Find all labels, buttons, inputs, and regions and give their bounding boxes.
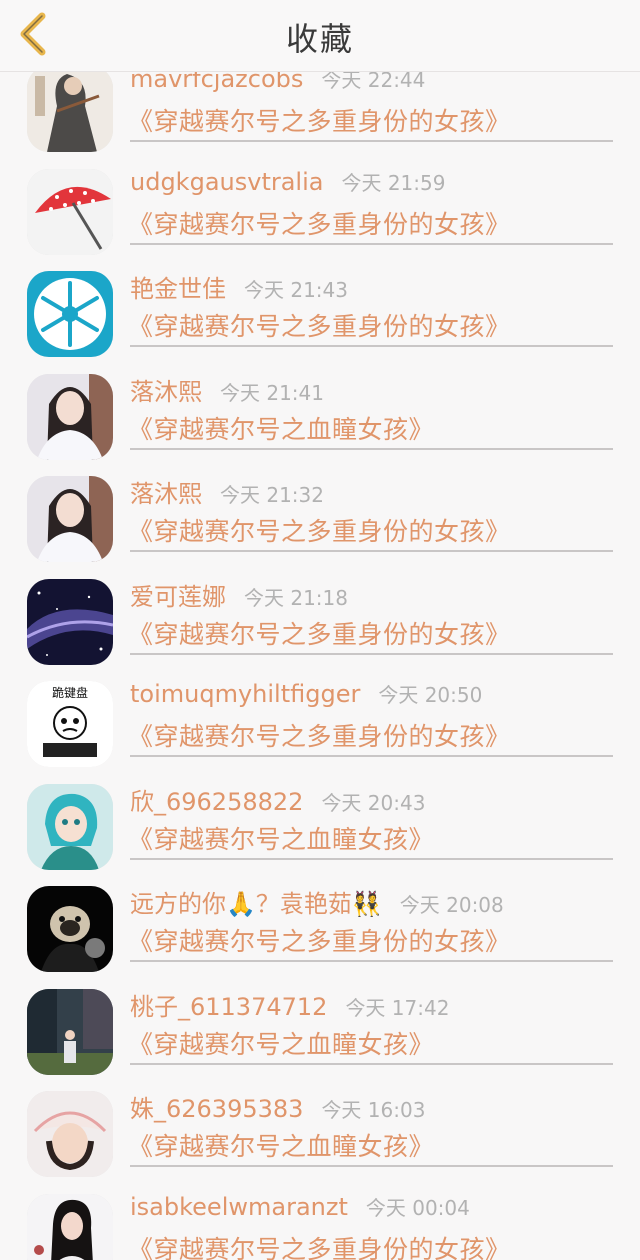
item-meta: toimuqmyhiltfigger 今天 20:50 xyxy=(130,679,482,708)
user-name[interactable]: isabkeelwmaranzt xyxy=(130,1193,348,1221)
avatar[interactable] xyxy=(27,476,113,562)
avatar[interactable] xyxy=(27,578,113,665)
item-meta: 落沐熙 今天 21:41 xyxy=(130,372,324,407)
book-title-link[interactable]: 《穿越赛尔号之多重身份的女孩》 xyxy=(128,922,511,958)
item-meta: 爱可莲娜 今天 21:18 xyxy=(130,577,348,612)
avatar-snowflake xyxy=(27,271,113,357)
user-name[interactable]: 艳金世佳 xyxy=(130,275,226,303)
book-title-link[interactable]: 《穿越赛尔号之多重身份的女孩》 xyxy=(128,102,511,138)
list-item[interactable]: 艳金世佳 今天 21:43 《穿越赛尔号之多重身份的女孩》 xyxy=(0,257,640,360)
divider xyxy=(130,345,613,347)
book-title-link[interactable]: 《穿越赛尔号之多重身份的女孩》 xyxy=(128,615,511,651)
list-item[interactable]: 欣_696258822 今天 20:43 《穿越赛尔号之血瞳女孩》 xyxy=(0,770,640,873)
user-name[interactable]: 落沐熙 xyxy=(130,378,202,406)
list-item[interactable]: isabkeelwmaranzt 今天 00:04 《穿越赛尔号之多重身份的女孩》 xyxy=(0,1180,640,1260)
list-item[interactable]: udgkgausvtralia 今天 21:59 《穿越赛尔号之多重身份的女孩》 xyxy=(0,155,640,258)
list-item[interactable]: 落沐熙 今天 21:32 《穿越赛尔号之多重身份的女孩》 xyxy=(0,462,640,565)
user-name[interactable]: 落沐熙 xyxy=(130,480,202,508)
navigation-bar: 收藏 xyxy=(0,0,640,72)
avatar-hat xyxy=(27,1091,113,1177)
list-item[interactable]: 姝_626395383 今天 16:03 《穿越赛尔号之血瞳女孩》 xyxy=(0,1077,640,1180)
avatar-galaxy xyxy=(27,578,113,665)
timestamp: 今天 00:04 xyxy=(365,1195,470,1220)
book-title-link[interactable]: 《穿越赛尔号之血瞳女孩》 xyxy=(128,820,434,856)
timestamp: 今天 20:50 xyxy=(378,683,483,707)
timestamp: 今天 21:18 xyxy=(244,585,348,610)
avatar[interactable] xyxy=(27,1091,113,1177)
svg-text:跪键盘: 跪键盘 xyxy=(52,685,88,700)
favorites-list: mavrfcjazcobs 今天 22:44 《穿越赛尔号之多重身份的女孩》 udgk… xyxy=(0,52,640,1260)
list-item[interactable]: 爱可莲娜 今天 21:18 《穿越赛尔号之多重身份的女孩》 xyxy=(0,565,640,668)
timestamp: 今天 16:03 xyxy=(321,1098,426,1122)
user-name[interactable]: 姝_626395383 xyxy=(130,1095,303,1123)
user-name[interactable]: toimuqmyhiltfigger xyxy=(130,680,360,708)
avatar-warrior xyxy=(27,66,113,152)
avatar-meme: 跪键盘 xyxy=(27,681,113,767)
divider xyxy=(130,1062,613,1065)
divider xyxy=(130,550,613,552)
avatar-dog xyxy=(27,886,113,972)
book-title-link[interactable]: 《穿越赛尔号之多重身份的女孩》 xyxy=(128,512,511,548)
item-meta: 艳金世佳 今天 21:43 xyxy=(130,269,348,304)
avatar-anime xyxy=(27,783,113,870)
list-item[interactable]: 落沐熙 今天 21:41 《穿越赛尔号之血瞳女孩》 xyxy=(0,360,640,463)
timestamp: 今天 20:43 xyxy=(321,790,426,815)
list-item[interactable]: 跪键盘 toimuqmyhiltfigger 今天 20:50 《穿越赛尔号之多重身份… xyxy=(0,667,640,770)
book-title-link[interactable]: 《穿越赛尔号之血瞳女孩》 xyxy=(128,1127,434,1163)
book-title-link[interactable]: 《穿越赛尔号之多重身份的女孩》 xyxy=(128,717,511,753)
book-title-link[interactable]: 《穿越赛尔号之血瞳女孩》 xyxy=(128,1025,434,1061)
avatar[interactable] xyxy=(27,271,113,357)
item-meta: 落沐熙 今天 21:32 xyxy=(130,474,324,509)
avatar[interactable] xyxy=(27,886,113,972)
book-title-link[interactable]: 《穿越赛尔号之血瞳女孩》 xyxy=(128,410,434,446)
avatar[interactable] xyxy=(27,66,113,152)
item-meta: udgkgausvtralia 今天 21:59 xyxy=(130,167,445,196)
avatar-umbrella xyxy=(27,168,113,255)
divider xyxy=(130,1165,613,1167)
item-meta: 欣_696258822 今天 20:43 xyxy=(130,782,425,817)
avatar-selfie xyxy=(27,1193,113,1260)
page-title: 收藏 xyxy=(285,20,354,58)
divider xyxy=(130,447,613,450)
user-name[interactable]: udgkgausvtralia xyxy=(130,168,323,196)
avatar-street xyxy=(27,988,113,1075)
timestamp: 今天 21:32 xyxy=(220,483,324,507)
divider xyxy=(130,140,613,142)
user-name[interactable]: 爱可莲娜 xyxy=(130,583,226,611)
avatar[interactable] xyxy=(27,1193,113,1260)
avatar[interactable] xyxy=(27,988,113,1075)
avatar-girl xyxy=(27,476,113,562)
list-item[interactable]: 桃子_611374712 今天 17:42 《穿越赛尔号之血瞳女孩》 xyxy=(0,975,640,1078)
user-name[interactable]: 欣_696258822 xyxy=(130,788,303,816)
book-title-link[interactable]: 《穿越赛尔号之多重身份的女孩》 xyxy=(128,307,511,343)
avatar[interactable] xyxy=(27,168,113,255)
timestamp: 今天 21:43 xyxy=(244,278,348,302)
timestamp: 今天 17:42 xyxy=(345,995,450,1020)
divider xyxy=(130,755,613,757)
divider xyxy=(130,857,613,860)
list-item[interactable]: 远方的你🙏？袁艳茹👯 今天 20:08 《穿越赛尔号之多重身份的女孩》 xyxy=(0,872,640,975)
timestamp: 今天 20:08 xyxy=(399,893,504,917)
user-name[interactable]: 远方的你🙏？袁艳茹👯 xyxy=(130,890,382,918)
divider xyxy=(130,652,613,655)
timestamp: 今天 21:41 xyxy=(220,380,324,405)
book-title-link[interactable]: 《穿越赛尔号之多重身份的女孩》 xyxy=(128,1230,511,1260)
avatar-girl xyxy=(27,373,113,460)
timestamp: 今天 21:59 xyxy=(341,170,446,195)
divider xyxy=(130,242,613,245)
avatar[interactable]: 跪键盘 xyxy=(27,681,113,767)
book-title-link[interactable]: 《穿越赛尔号之多重身份的女孩》 xyxy=(128,205,511,241)
user-name[interactable]: 桃子_611374712 xyxy=(130,993,327,1021)
avatar[interactable] xyxy=(27,373,113,460)
avatar[interactable] xyxy=(27,783,113,870)
item-meta: 姝_626395383 今天 16:03 xyxy=(130,1089,425,1124)
item-meta: isabkeelwmaranzt 今天 00:04 xyxy=(130,1192,470,1221)
item-meta: 桃子_611374712 今天 17:42 xyxy=(130,987,449,1022)
divider xyxy=(130,960,613,962)
item-meta: 远方的你🙏？袁艳茹👯 今天 20:08 xyxy=(130,884,504,919)
